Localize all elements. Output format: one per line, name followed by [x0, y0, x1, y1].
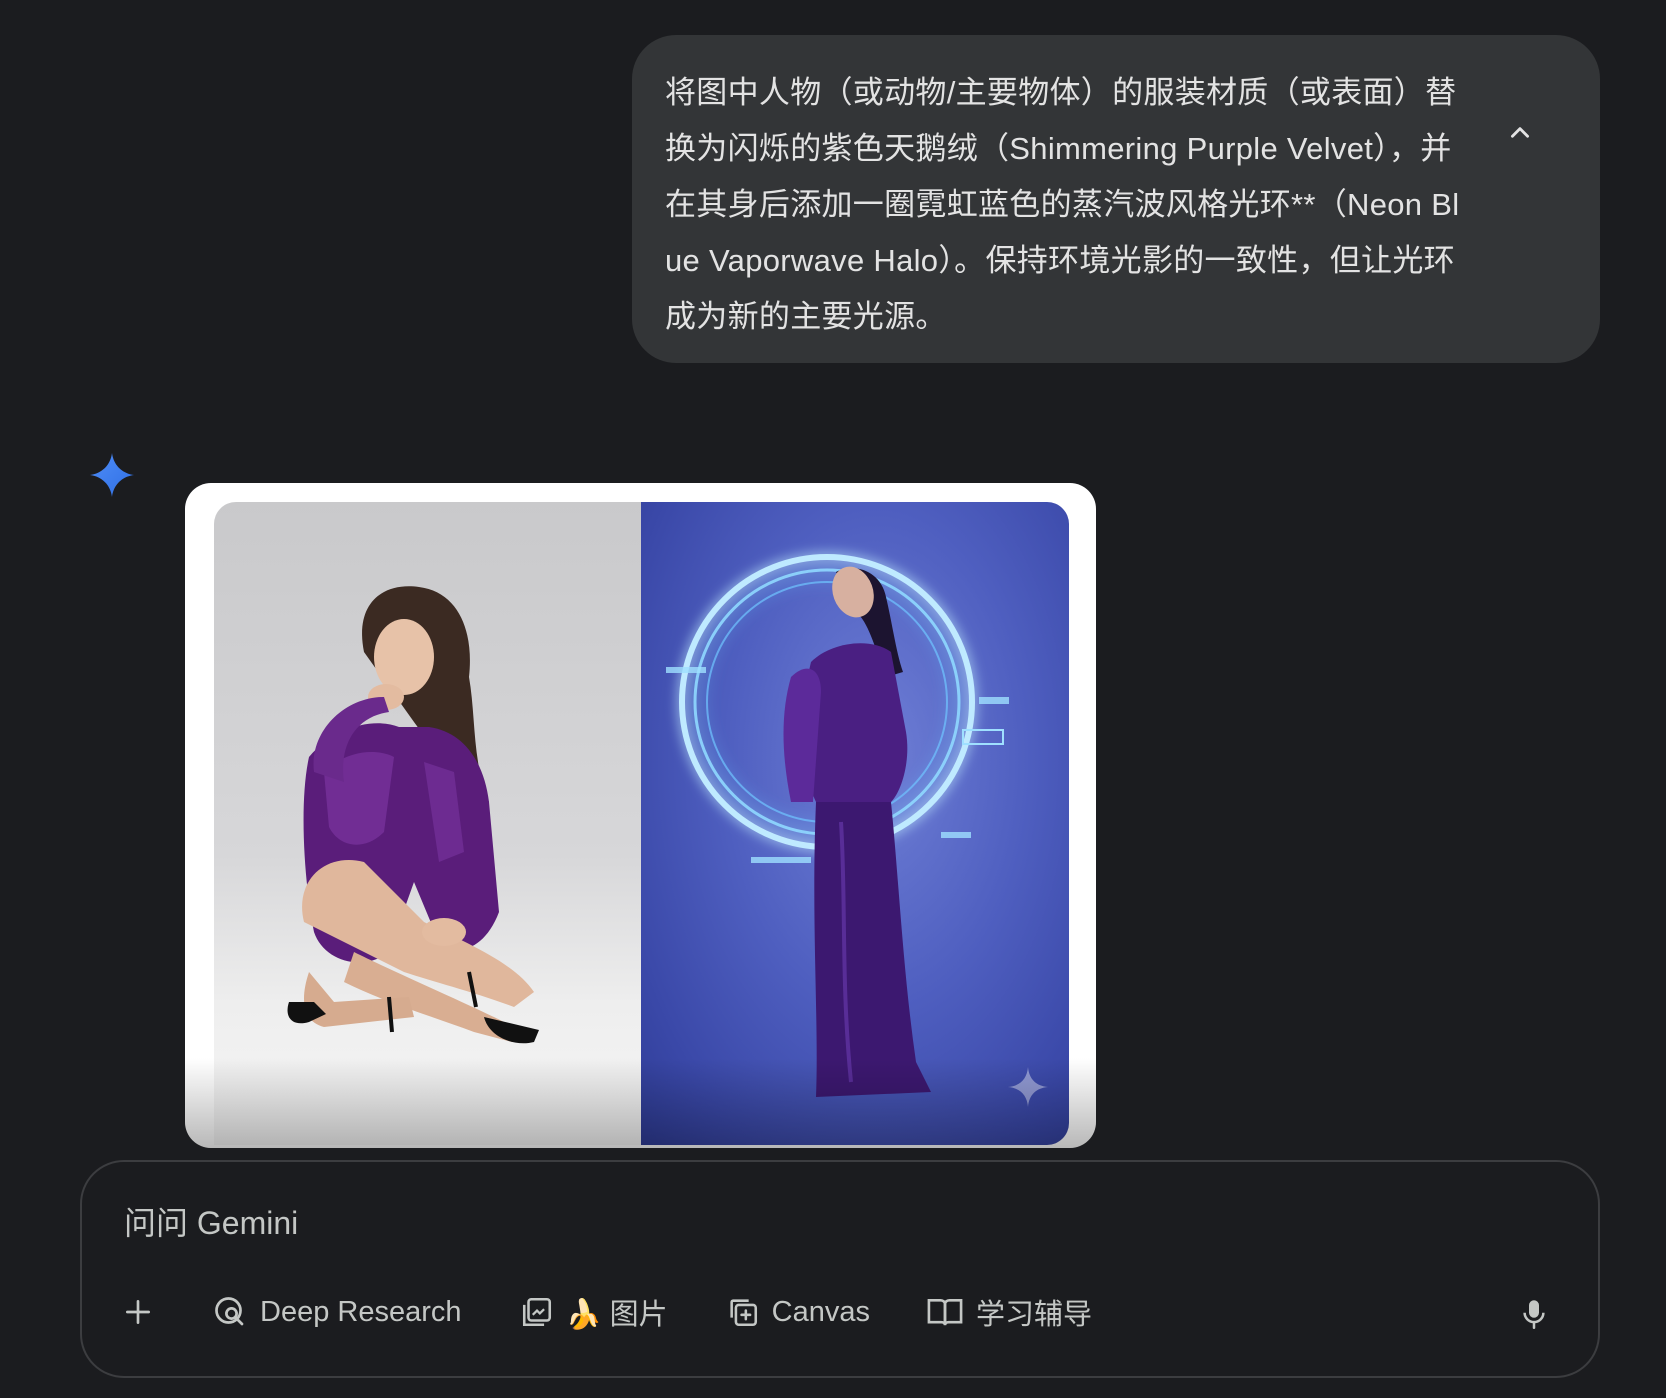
- seated-woman-illustration: [287, 586, 539, 1044]
- deep-research-icon: [215, 1297, 244, 1326]
- guided-learning-button[interactable]: 学习辅导: [926, 1284, 1092, 1340]
- canvas-icon: [730, 1299, 757, 1327]
- user-message-text: 将图中人物（或动物/主要物体）的服装材质（或表面）替换为闪烁的紫色天鹅绒（Shi…: [665, 75, 1460, 334]
- microphone-icon: [1523, 1300, 1545, 1329]
- chevron-up-icon: [1511, 127, 1529, 138]
- deep-research-label: Deep Research: [260, 1295, 462, 1328]
- original-photo-panel: [214, 502, 641, 1145]
- image-label: 🍌 图片: [565, 1299, 668, 1331]
- collapse-message-button[interactable]: [1500, 113, 1540, 153]
- prompt-input-placeholder[interactable]: 问问 Gemini: [124, 1198, 298, 1244]
- deep-research-button[interactable]: Deep Research: [212, 1284, 462, 1340]
- edited-photo-panel: [641, 502, 1069, 1145]
- gemini-spark-watermark: [1008, 1067, 1048, 1107]
- input-toolbar: Deep Research 🍌 图片 Canvas 学习辅导: [114, 1284, 1092, 1340]
- plus-icon: [126, 1300, 150, 1324]
- generated-image-card[interactable]: [185, 483, 1096, 1148]
- prompt-input-box[interactable]: 问问 Gemini Deep Research 🍌 图片 Canvas 学习辅导: [80, 1160, 1600, 1378]
- book-icon: [927, 1298, 963, 1326]
- gemini-spark-icon: [90, 453, 134, 497]
- user-message-bubble: 将图中人物（或动物/主要物体）的服装材质（或表面）替换为闪烁的紫色天鹅绒（Shi…: [632, 35, 1600, 363]
- guided-learning-label: 学习辅导: [976, 1299, 1093, 1331]
- add-button[interactable]: [114, 1284, 210, 1340]
- microphone-button[interactable]: [1512, 1292, 1556, 1336]
- canvas-button[interactable]: Canvas: [726, 1284, 870, 1340]
- canvas-label: Canvas: [771, 1295, 870, 1328]
- image-button[interactable]: 🍌 图片: [520, 1284, 668, 1340]
- image-generate-icon: [522, 1297, 551, 1327]
- neon-halo-woman-illustration: [666, 554, 1048, 1107]
